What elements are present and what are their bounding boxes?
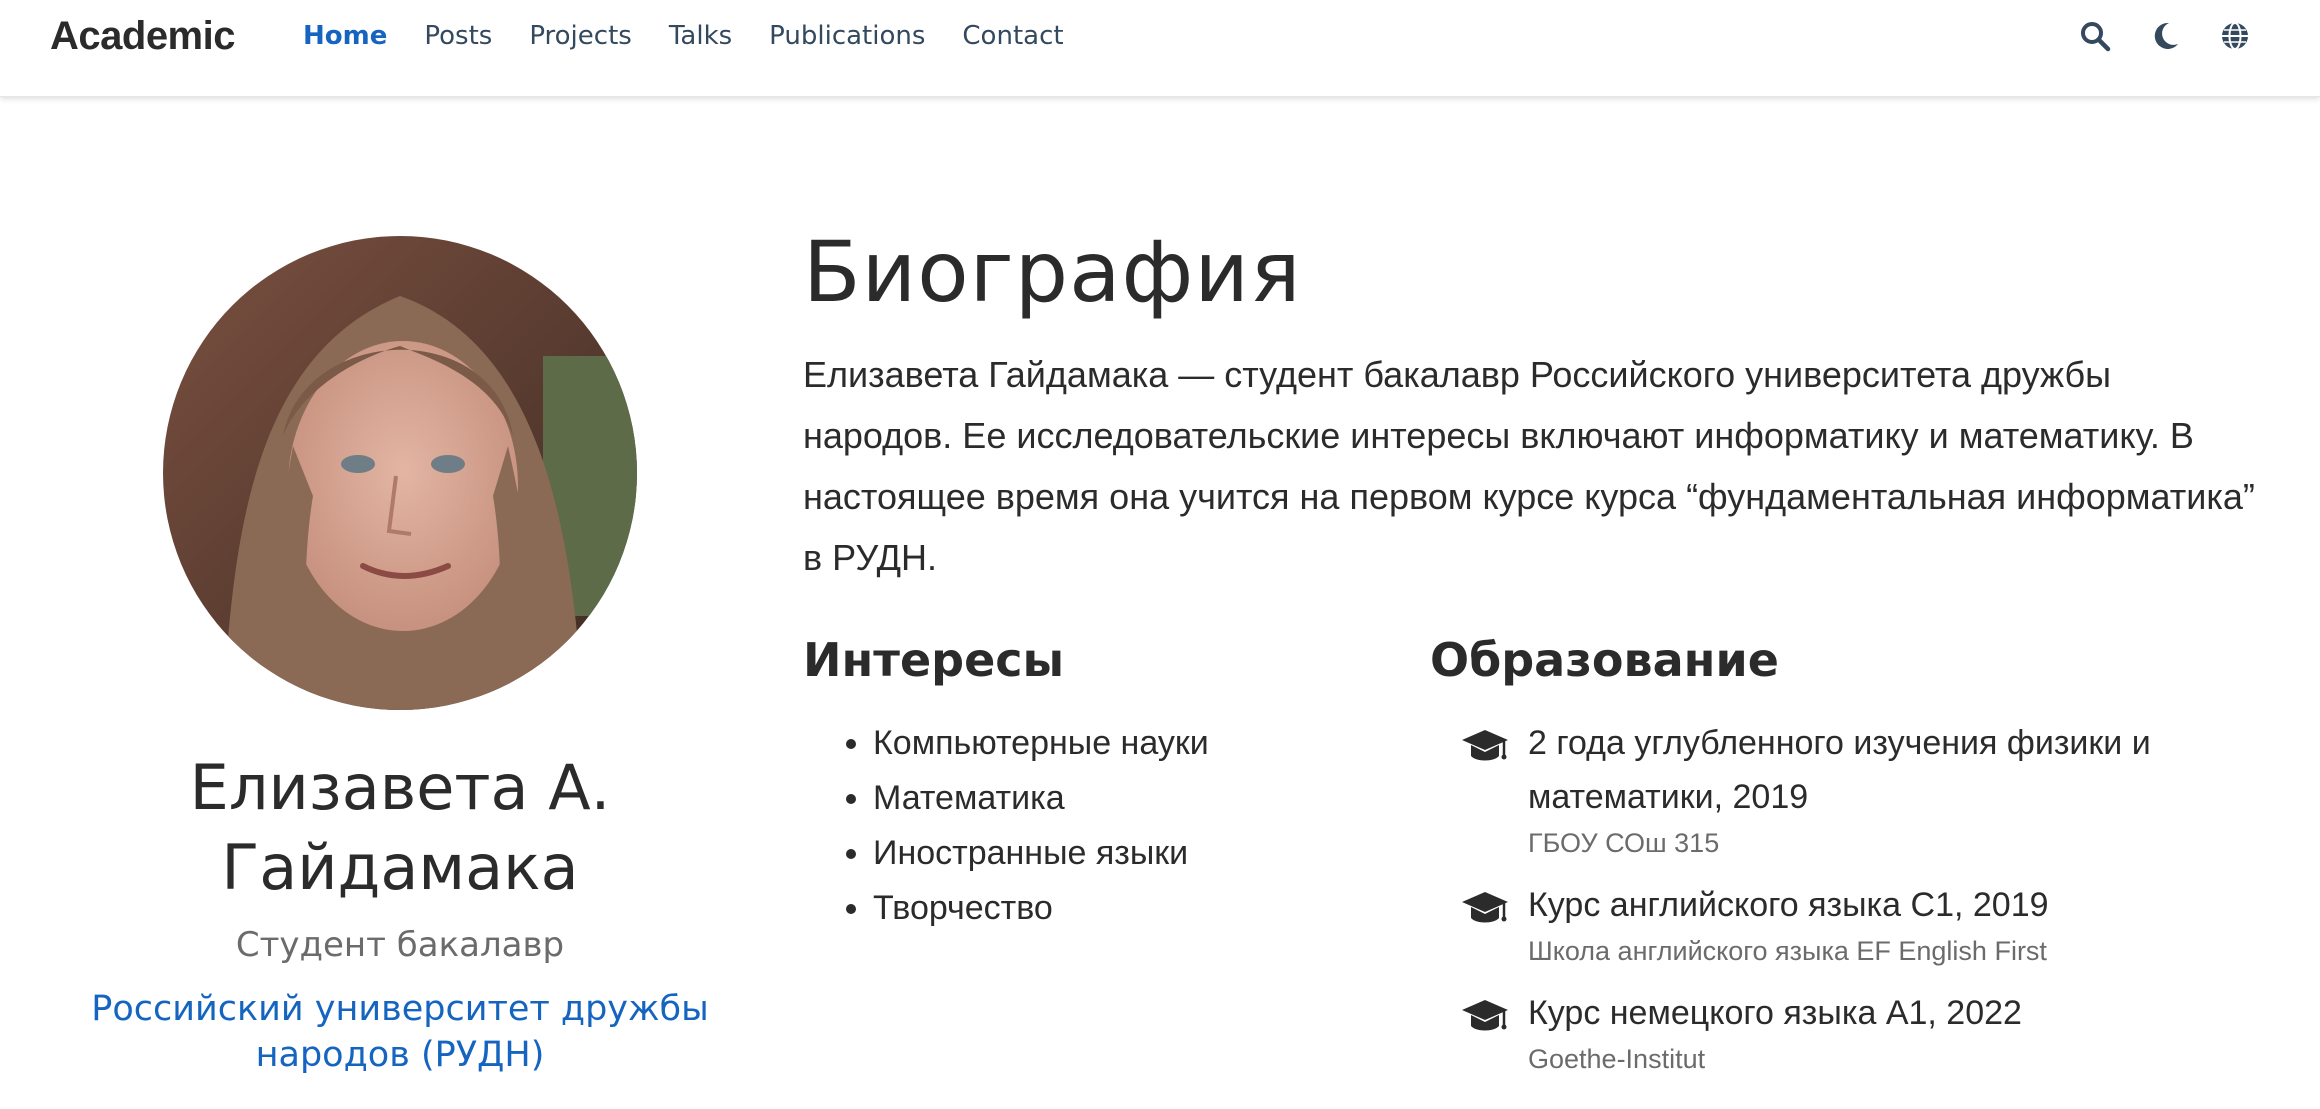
education-course: 2 года углубленного изучения физики и ма… bbox=[1528, 724, 2151, 816]
education-institution: Школа английского языка EF English First bbox=[1528, 936, 2047, 966]
profile-role: Студент бакалавр bbox=[235, 925, 565, 965]
graduation-cap-icon bbox=[1460, 722, 1510, 772]
nav-link-posts[interactable]: Posts bbox=[424, 14, 492, 58]
education-item: Курс немецкого языка А1, 2022 Goethe-Ins… bbox=[1460, 986, 2260, 1078]
interest-label: Математика bbox=[873, 779, 1065, 817]
biography-title: Биография bbox=[803, 223, 1302, 321]
profile-name-line2: Гайдамака bbox=[221, 831, 579, 904]
profile-name: Елизавета А. Гайдамака bbox=[100, 748, 700, 908]
bullet-icon bbox=[846, 794, 856, 804]
interest-label: Компьютерные науки bbox=[873, 724, 1209, 762]
interests-title: Интересы bbox=[803, 633, 1065, 687]
avatar bbox=[163, 236, 637, 710]
list-item: Творчество bbox=[803, 881, 1209, 936]
graduation-cap-icon bbox=[1460, 884, 1510, 934]
biography-text: Елизавета Гайдамака — студент бакалавр Р… bbox=[803, 354, 2255, 578]
profile-organization-link[interactable]: Российский университет дружбы народов (Р… bbox=[40, 986, 760, 1078]
education-item: Курс английского языка С1, 2019 Школа ан… bbox=[1460, 878, 2260, 970]
profile-name-line1: Елизавета А. bbox=[189, 751, 611, 824]
bullet-icon bbox=[846, 739, 856, 749]
profile-org-line2: народов (РУДН) bbox=[255, 1035, 545, 1075]
bullet-icon bbox=[846, 904, 856, 914]
bullet-icon bbox=[846, 849, 856, 859]
profile-org-line1: Российский университет дружбы bbox=[91, 989, 709, 1029]
education-item: 2 года углубленного изучения физики и ма… bbox=[1460, 716, 2260, 862]
list-item: Математика bbox=[803, 771, 1209, 826]
moon-icon[interactable] bbox=[2148, 19, 2182, 53]
globe-icon[interactable] bbox=[2218, 19, 2252, 53]
nav-icons bbox=[2078, 14, 2252, 58]
nav-link-publications[interactable]: Publications bbox=[769, 14, 925, 58]
nav-link-home[interactable]: Home bbox=[303, 14, 387, 58]
interest-label: Иностранные языки bbox=[873, 834, 1189, 872]
interest-label: Творчество bbox=[873, 889, 1053, 927]
education-institution: ГБОУ СОш 315 bbox=[1528, 828, 1720, 858]
education-course: Курс немецкого языка А1, 2022 bbox=[1528, 994, 2022, 1032]
list-item: Компьютерные науки bbox=[803, 716, 1209, 771]
nav-link-contact[interactable]: Contact bbox=[962, 14, 1063, 58]
main-nav: Home Posts Projects Talks Publications C… bbox=[303, 14, 1064, 58]
search-icon[interactable] bbox=[2078, 19, 2112, 53]
interests-list: Компьютерные науки Математика Иностранны… bbox=[803, 716, 1209, 936]
education-title: Образование bbox=[1430, 633, 1779, 687]
nav-link-talks[interactable]: Talks bbox=[669, 14, 732, 58]
nav-link-projects[interactable]: Projects bbox=[529, 14, 632, 58]
navbar: Academic Home Posts Projects Talks Publi… bbox=[0, 0, 2320, 97]
graduation-cap-icon bbox=[1460, 992, 1510, 1042]
education-institution: Goethe-Institut bbox=[1528, 1044, 1706, 1074]
education-course: Курс английского языка С1, 2019 bbox=[1528, 886, 2049, 924]
brand-logo[interactable]: Academic bbox=[50, 10, 235, 62]
list-item: Иностранные языки bbox=[803, 826, 1209, 881]
